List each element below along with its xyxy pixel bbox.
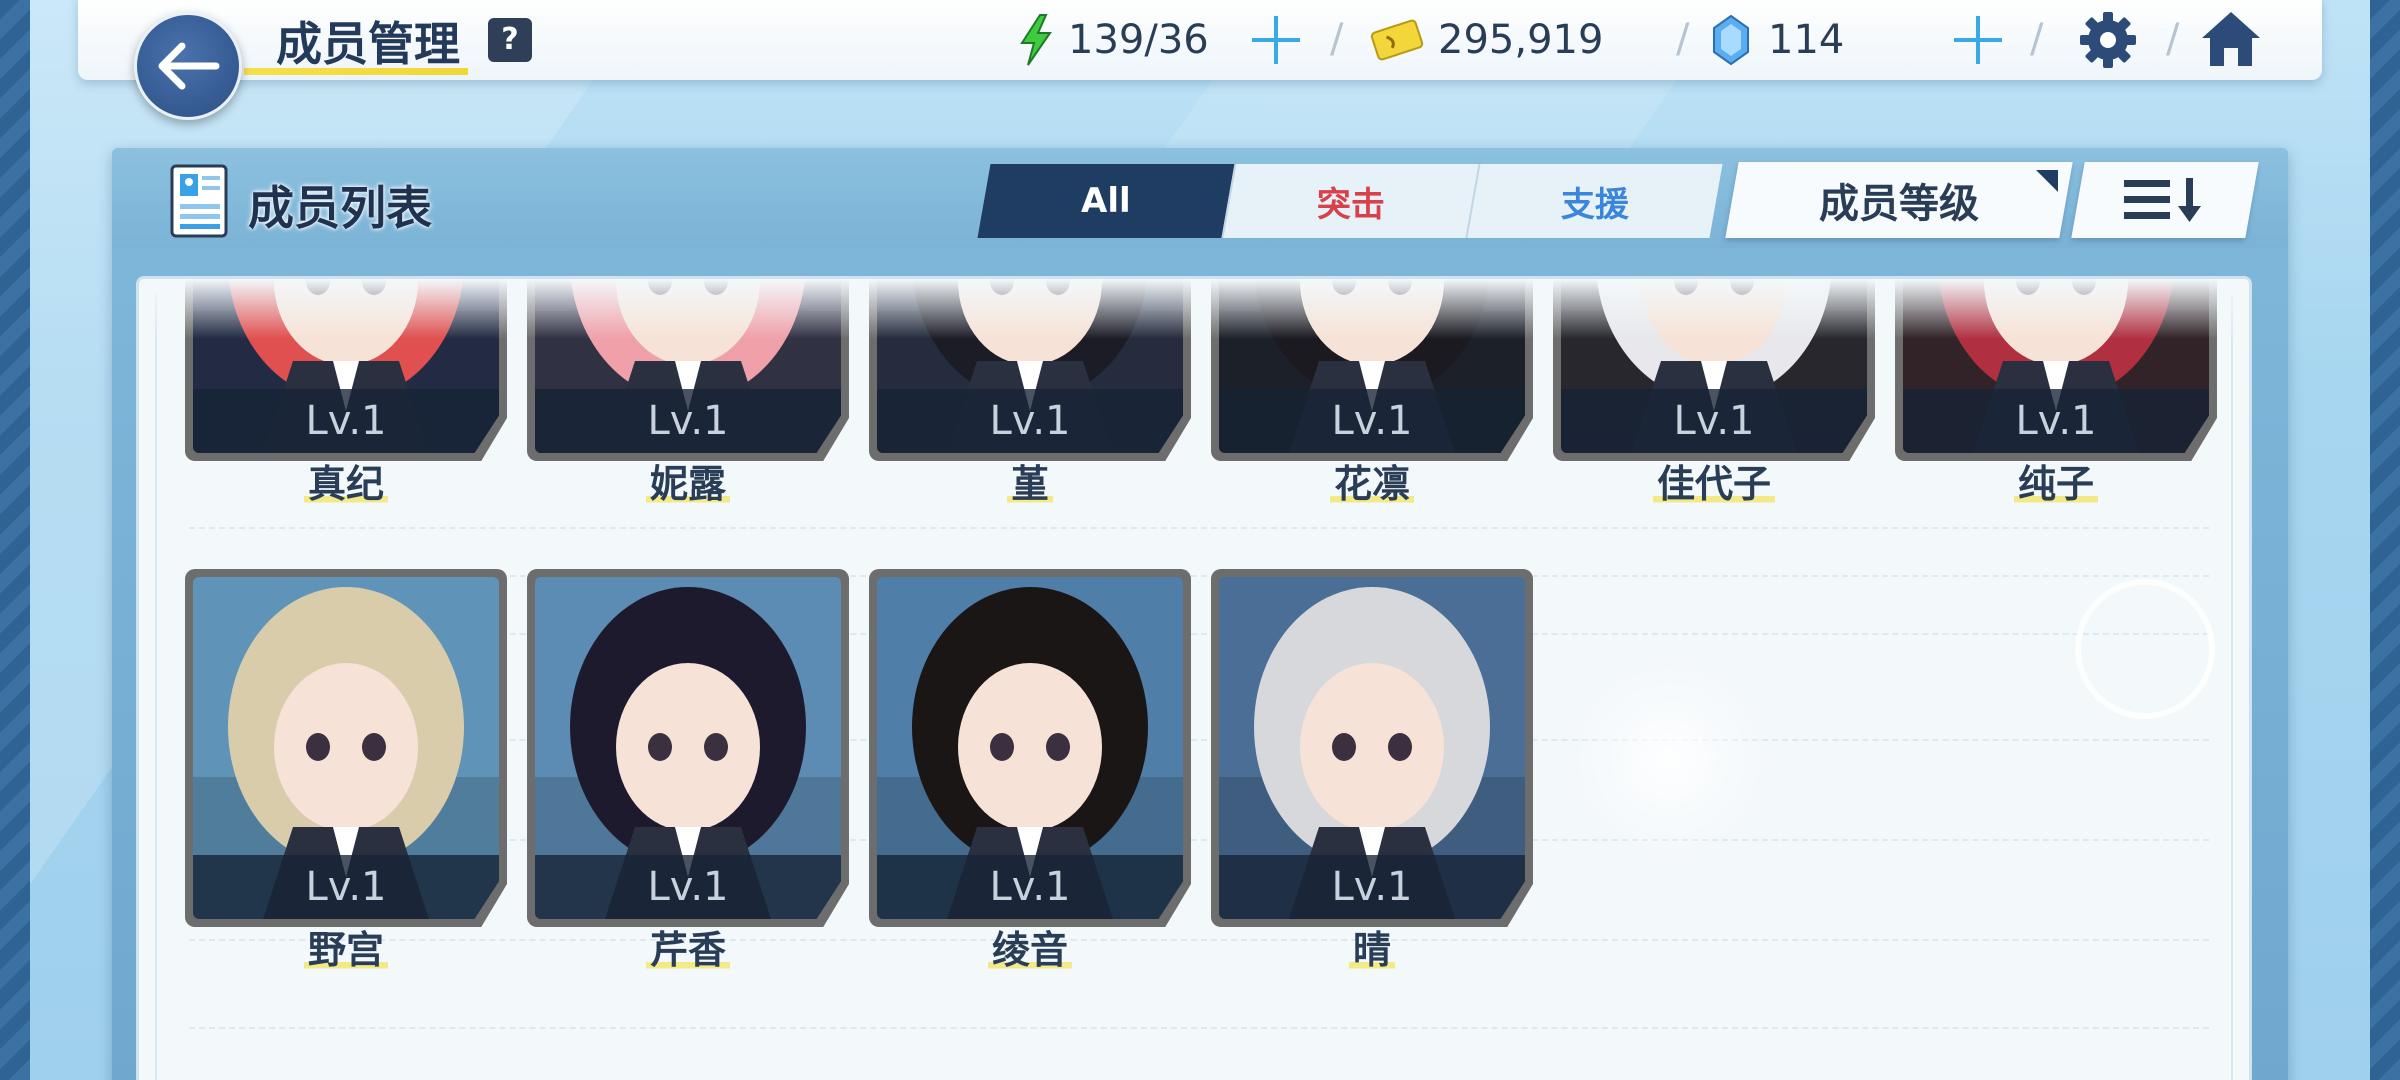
member-card[interactable]: Lv.1 bbox=[1211, 569, 1533, 927]
member-card-icon bbox=[170, 164, 228, 238]
member-name-label: 堇 bbox=[1006, 453, 1053, 508]
member-name-label: 真纪 bbox=[303, 453, 388, 508]
member-card[interactable]: Lv.1 bbox=[527, 279, 849, 461]
gems-value: 114 bbox=[1768, 17, 1845, 63]
member-name-label: 妮露 bbox=[645, 453, 730, 508]
member-name-label: 佳代子 bbox=[1652, 453, 1775, 508]
member-card[interactable]: Lv.1 bbox=[869, 569, 1191, 927]
back-button[interactable] bbox=[134, 12, 242, 120]
credit-card-icon bbox=[1370, 19, 1424, 61]
dropdown-corner-icon bbox=[2036, 170, 2058, 192]
tab-all[interactable]: All bbox=[977, 164, 1235, 238]
member-card[interactable]: Lv.1 bbox=[527, 569, 849, 927]
gem-icon bbox=[1713, 14, 1749, 66]
member-level: Lv.1 bbox=[1561, 389, 1867, 453]
member-name: 真纪 bbox=[185, 453, 507, 508]
right-edge bbox=[2370, 0, 2400, 1080]
member-portrait-frame: Lv.1 bbox=[1219, 279, 1525, 453]
member-portrait-frame: Lv.1 bbox=[877, 279, 1183, 453]
sort-label: 成员等级 bbox=[1819, 181, 1979, 227]
tab-attack[interactable]: 突击 bbox=[1221, 164, 1479, 238]
member-level: Lv.1 bbox=[1903, 389, 2209, 453]
member-name-label: 晴 bbox=[1348, 919, 1395, 974]
sort-dropdown[interactable]: 成员等级 bbox=[1725, 162, 2073, 238]
member-level: Lv.1 bbox=[535, 389, 841, 453]
member-name: 堇 bbox=[869, 453, 1191, 508]
member-level: Lv.1 bbox=[535, 855, 841, 919]
member-name: 纯子 bbox=[1895, 453, 2217, 508]
home-icon[interactable] bbox=[2198, 8, 2264, 70]
member-name: 妮露 bbox=[527, 453, 849, 508]
member-card[interactable]: Lv.1 bbox=[869, 279, 1191, 461]
member-card[interactable]: Lv.1 bbox=[1895, 279, 2217, 461]
gems-display: 114 bbox=[1710, 12, 1844, 68]
member-card[interactable]: Lv.1 bbox=[1211, 279, 1533, 461]
member-name: 芹香 bbox=[527, 919, 849, 974]
sparkle-ring bbox=[2075, 579, 2215, 719]
tab-support[interactable]: 支援 bbox=[1465, 164, 1723, 238]
member-name: 野宫 bbox=[185, 919, 507, 974]
sort-descending-icon bbox=[2124, 178, 2201, 222]
divider: / bbox=[2030, 16, 2044, 62]
back-arrow-icon bbox=[158, 42, 220, 90]
member-portrait-frame: Lv.1 bbox=[1903, 279, 2209, 453]
sparkle-glow bbox=[1569, 659, 1769, 859]
divider: / bbox=[1676, 16, 1690, 62]
divider: / bbox=[1330, 16, 1344, 62]
member-card[interactable]: Lv.1 bbox=[1553, 279, 1875, 461]
add-ap-button[interactable] bbox=[1250, 14, 1302, 66]
member-level: Lv.1 bbox=[193, 855, 499, 919]
member-name-label: 花凛 bbox=[1329, 453, 1414, 508]
member-portrait-frame: Lv.1 bbox=[193, 279, 499, 453]
member-grid: Lv.1 真纪 Lv.1 妮露 Lv.1 堇 Lv.1 花凛 Lv.1 佳代子 Lv.1 纯子 Lv.1… bbox=[136, 276, 2252, 1080]
divider: / bbox=[2166, 16, 2180, 62]
member-card[interactable]: Lv.1 bbox=[185, 569, 507, 927]
member-name: 绫音 bbox=[869, 919, 1191, 974]
member-name-label: 野宫 bbox=[303, 919, 388, 974]
help-button[interactable]: ? bbox=[488, 18, 532, 62]
member-portrait-frame: Lv.1 bbox=[877, 577, 1183, 919]
member-portrait-frame: Lv.1 bbox=[1561, 279, 1867, 453]
member-name-label: 芹香 bbox=[645, 919, 730, 974]
page-title: 成员管理 bbox=[276, 17, 460, 71]
member-card[interactable]: Lv.1 bbox=[185, 279, 507, 461]
tab-all-label: All bbox=[1081, 181, 1131, 221]
member-name-label: 纯子 bbox=[2013, 453, 2098, 508]
lightning-icon bbox=[1020, 14, 1052, 66]
credits-display: 295,919 bbox=[1370, 12, 1603, 68]
member-level: Lv.1 bbox=[877, 389, 1183, 453]
member-portrait-frame: Lv.1 bbox=[193, 577, 499, 919]
member-name: 花凛 bbox=[1211, 453, 1533, 508]
row-divider bbox=[189, 527, 2209, 529]
member-name-label: 绫音 bbox=[987, 919, 1072, 974]
member-name: 晴 bbox=[1211, 919, 1533, 974]
tab-attack-label: 突击 bbox=[1317, 184, 1385, 225]
sort-order-button[interactable] bbox=[2071, 162, 2259, 238]
member-portrait-frame: Lv.1 bbox=[535, 577, 841, 919]
panel-title: 成员列表 bbox=[248, 181, 432, 235]
member-name: 佳代子 bbox=[1553, 453, 1875, 508]
tab-support-label: 支援 bbox=[1561, 184, 1629, 225]
member-level: Lv.1 bbox=[877, 855, 1183, 919]
member-portrait-frame: Lv.1 bbox=[535, 279, 841, 453]
credits-value: 295,919 bbox=[1438, 17, 1604, 63]
ap-display: 139/36 bbox=[1016, 12, 1209, 68]
member-level: Lv.1 bbox=[1219, 855, 1525, 919]
member-portrait-frame: Lv.1 bbox=[1219, 577, 1525, 919]
ap-value: 139/36 bbox=[1068, 17, 1209, 63]
title-underline bbox=[244, 68, 468, 75]
member-level: Lv.1 bbox=[1219, 389, 1525, 453]
add-gems-button[interactable] bbox=[1952, 14, 2004, 66]
gear-icon[interactable] bbox=[2078, 10, 2138, 70]
member-level: Lv.1 bbox=[193, 389, 499, 453]
left-edge bbox=[0, 0, 30, 1080]
row-divider bbox=[189, 1027, 2209, 1029]
